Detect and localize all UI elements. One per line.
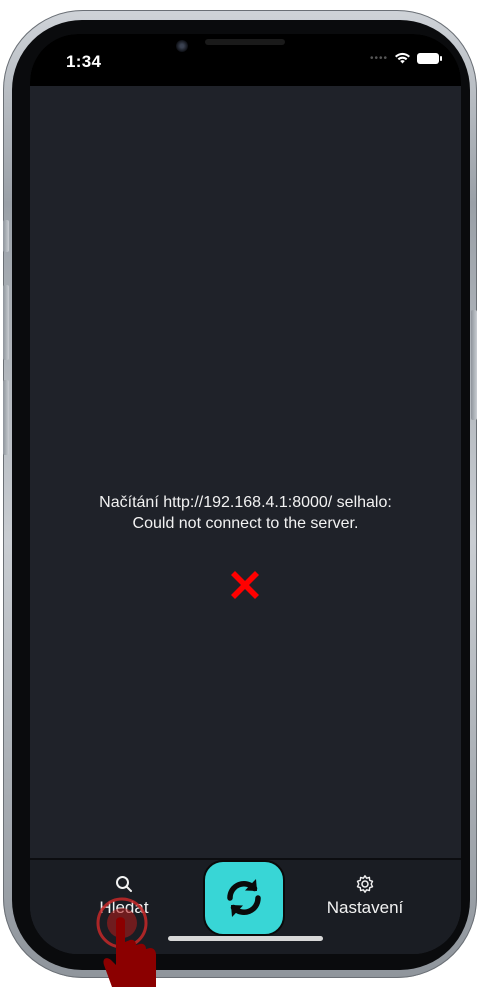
refresh-button[interactable] (203, 860, 285, 936)
error-message-line-2: Could not connect to the server. (132, 515, 359, 532)
search-icon (116, 876, 132, 892)
gear-icon (356, 875, 374, 893)
status-icons: •••• (369, 52, 442, 64)
error-message-line-1: Načítání http://192.168.4.1:8000/ selhal… (99, 494, 392, 511)
x-mark-icon (231, 571, 259, 599)
home-indicator (168, 936, 323, 941)
status-time: 1:34 (66, 52, 102, 71)
web-content-area: Načítání http://192.168.4.1:8000/ selhal… (30, 86, 461, 860)
front-camera (176, 40, 188, 52)
cellular-dots-icon: •••• (369, 52, 388, 64)
volume-down-button (3, 380, 9, 455)
power-button (471, 310, 477, 420)
phone-screen: 1:34 •••• Načítání http://192.168.4.1:80… (30, 34, 461, 954)
error-message: Načítání http://192.168.4.1:8000/ selhal… (30, 492, 461, 534)
tap-gesture-icon (96, 897, 156, 987)
speaker-grille (205, 39, 285, 45)
mute-switch (3, 220, 9, 252)
battery-icon (417, 52, 442, 64)
volume-up-button (3, 285, 9, 360)
wifi-icon (395, 52, 410, 64)
status-bar: 1:34 •••• (30, 34, 461, 86)
refresh-icon (227, 879, 261, 917)
tab-settings[interactable]: Nastavení (310, 874, 420, 918)
tab-settings-label: Nastavení (326, 898, 404, 917)
